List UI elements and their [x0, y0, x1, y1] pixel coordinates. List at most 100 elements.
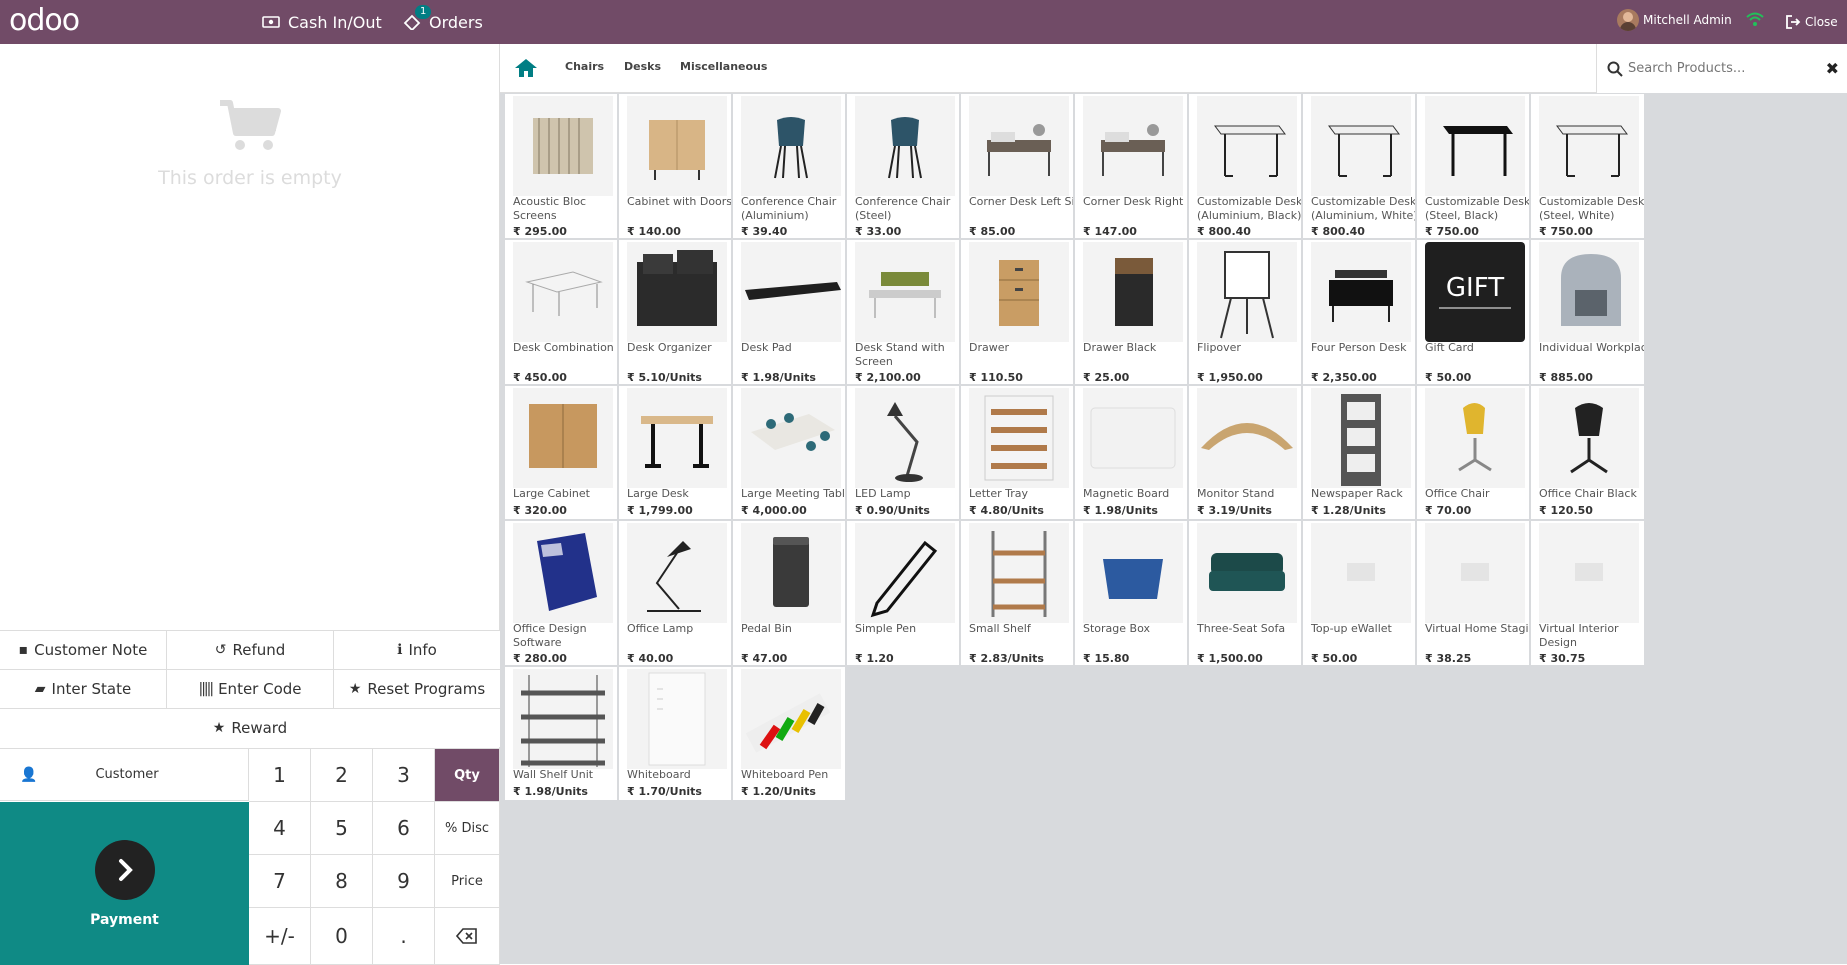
product-card[interactable]: Letter Tray ₹ 4.80/Units [961, 386, 1073, 519]
product-card[interactable]: GIFT Gift Card ₹ 50.00 [1417, 240, 1529, 384]
numpad-key-2[interactable]: 2 [311, 749, 373, 802]
desk-white-icon [1197, 96, 1297, 196]
product-card[interactable]: Office Design Software ₹ 280.00 [505, 521, 617, 665]
product-card[interactable]: Customizable Desk (Aluminium, Black) ₹ 80… [1189, 94, 1301, 238]
home-category-button[interactable] [514, 58, 538, 82]
product-card[interactable]: Large Desk ₹ 1,799.00 [619, 386, 731, 519]
product-card[interactable]: Acoustic Bloc Screens ₹ 295.00 [505, 94, 617, 238]
category-chairs[interactable]: Chairs [565, 60, 604, 73]
product-card[interactable]: Customizable Desk (Steel, White) ₹ 750.00 [1531, 94, 1644, 238]
product-card[interactable]: Conference Chair (Aluminium) ₹ 39.40 [733, 94, 845, 238]
enter-code-button[interactable]: ||||| Enter Code [167, 670, 334, 708]
chevron-right-icon [94, 840, 155, 900]
numpad-key-8[interactable]: 8 [311, 855, 373, 908]
backspace-button[interactable] [435, 908, 500, 965]
qty-mode-button[interactable]: Qty [435, 749, 500, 802]
reset-programs-button[interactable]: ★ Reset Programs [334, 670, 500, 708]
inter-state-button[interactable]: ▰ Inter State [0, 670, 167, 708]
product-card[interactable]: Customizable Desk (Steel, Black) ₹ 750.00 [1417, 94, 1529, 238]
numpad-key-9[interactable]: 9 [373, 855, 435, 908]
product-card[interactable]: Cabinet with Doors ₹ 140.00 [619, 94, 731, 238]
product-card[interactable]: Office Chair ₹ 70.00 [1417, 386, 1529, 519]
product-card[interactable]: Whiteboard ₹ 1.70/Units [619, 667, 731, 800]
product-price: ₹ 120.50 [1539, 504, 1593, 517]
product-card[interactable]: Individual Workplace ₹ 885.00 [1531, 240, 1644, 384]
product-name: Drawer Black [1083, 341, 1157, 354]
product-card[interactable]: Small Shelf ₹ 2.83/Units [961, 521, 1073, 665]
numpad-key-7[interactable]: 7 [249, 855, 311, 908]
numpad-key-dot[interactable]: . [373, 908, 435, 965]
product-card[interactable]: Desk Pad ₹ 1.98/Units [733, 240, 845, 384]
product-card[interactable]: Flipover ₹ 1,950.00 [1189, 240, 1301, 384]
product-card[interactable]: Monitor Stand ₹ 3.19/Units [1189, 386, 1301, 519]
product-card[interactable]: Magnetic Board ₹ 1.98/Units [1075, 386, 1187, 519]
product-card[interactable]: LED Lamp ₹ 0.90/Units [847, 386, 959, 519]
reward-button[interactable]: ★ Reward [0, 709, 500, 747]
product-card[interactable]: Desk Combination ₹ 450.00 [505, 240, 617, 384]
product-card[interactable]: Office Chair Black ₹ 120.50 [1531, 386, 1644, 519]
odoo-logo: odoo [9, 3, 80, 38]
corner-desk-icon [969, 96, 1069, 196]
numpad-key-5[interactable]: 5 [311, 802, 373, 855]
product-card[interactable]: Desk Organizer ₹ 5.10/Units [619, 240, 731, 384]
close-session-button[interactable]: Close [1786, 0, 1838, 44]
info-button[interactable]: ℹ Info [334, 631, 500, 669]
software-icon [513, 523, 613, 623]
product-card[interactable]: Simple Pen ₹ 1.20 [847, 521, 959, 665]
category-desks[interactable]: Desks [624, 60, 661, 73]
numpad-key-3[interactable]: 3 [373, 749, 435, 802]
product-card[interactable]: Virtual Interior Design ₹ 30.75 [1531, 521, 1644, 665]
category-miscellaneous[interactable]: Miscellaneous [680, 60, 767, 73]
product-card[interactable]: Conference Chair (Steel) ₹ 33.00 [847, 94, 959, 238]
customer-button[interactable]: 👤 Customer [0, 749, 249, 801]
numpad-key-4[interactable]: 4 [249, 802, 311, 855]
product-price: ₹ 1.70/Units [627, 785, 702, 798]
product-card[interactable]: Drawer ₹ 110.50 [961, 240, 1073, 384]
product-name: Corner Desk Left Sit [969, 195, 1073, 208]
product-price: ₹ 2,100.00 [855, 371, 921, 384]
product-price: ₹ 1.20/Units [741, 785, 816, 798]
product-card[interactable]: Whiteboard Pen ₹ 1.20/Units [733, 667, 845, 800]
search-input[interactable] [1628, 61, 1818, 76]
product-price: ₹ 2,350.00 [1311, 371, 1377, 384]
product-card[interactable]: Drawer Black ₹ 25.00 [1075, 240, 1187, 384]
product-card[interactable]: Pedal Bin ₹ 47.00 [733, 521, 845, 665]
customer-note-button[interactable]: ▪ Customer Note [0, 631, 167, 669]
product-card[interactable]: Wall Shelf Unit ₹ 1.98/Units [505, 667, 617, 800]
discount-mode-button[interactable]: % Disc [435, 802, 500, 855]
product-price: ₹ 750.00 [1539, 225, 1593, 238]
product-card[interactable]: Corner Desk Right Sit ₹ 147.00 [1075, 94, 1187, 238]
product-card[interactable]: Large Meeting Table ₹ 4,000.00 [733, 386, 845, 519]
product-card[interactable]: Large Cabinet ₹ 320.00 [505, 386, 617, 519]
product-price: ₹ 1,950.00 [1197, 371, 1263, 384]
product-name: Whiteboard [627, 768, 691, 781]
product-card[interactable]: Four Person Desk ₹ 2,350.00 [1303, 240, 1415, 384]
cash-in-out-button[interactable]: Cash In/Out [262, 0, 382, 44]
numpad-key-6[interactable]: 6 [373, 802, 435, 855]
product-card[interactable]: Corner Desk Left Sit ₹ 85.00 [961, 94, 1073, 238]
product-card[interactable]: Newspaper Rack ₹ 1.28/Units [1303, 386, 1415, 519]
orders-button[interactable]: 1 Orders [403, 0, 483, 44]
numpad-key-0[interactable]: 0 [311, 908, 373, 965]
product-card[interactable]: Customizable Desk (Aluminium, White) ₹ 80… [1303, 94, 1415, 238]
office-chair-icon [1425, 388, 1525, 488]
refund-button[interactable]: ↺ Refund [167, 631, 334, 669]
four-desk-icon [1311, 242, 1411, 342]
numpad-key-1[interactable]: 1 [249, 749, 311, 802]
product-card[interactable]: Top-up eWallet ₹ 50.00 [1303, 521, 1415, 665]
product-card[interactable]: Three-Seat Sofa ₹ 1,500.00 [1189, 521, 1301, 665]
product-card[interactable]: Storage Box ₹ 15.80 [1075, 521, 1187, 665]
user-menu[interactable]: Mitchell Admin [1617, 0, 1732, 40]
payment-label: Payment [90, 912, 159, 928]
product-name: Magnetic Board [1083, 487, 1170, 500]
product-card[interactable]: Desk Stand with Screen ₹ 2,100.00 [847, 240, 959, 384]
product-name: Three-Seat Sofa [1197, 622, 1286, 635]
price-mode-button[interactable]: Price [435, 855, 500, 908]
product-card[interactable]: Office Lamp ₹ 40.00 [619, 521, 731, 665]
payment-button[interactable]: Payment [0, 802, 249, 965]
gift-icon: GIFT [1425, 242, 1525, 342]
product-price: ₹ 85.00 [969, 225, 1016, 238]
product-card[interactable]: Virtual Home Staging ₹ 38.25 [1417, 521, 1529, 665]
numpad-key-plus-minus[interactable]: +/- [249, 908, 311, 965]
clear-search-icon[interactable]: ✖ [1826, 59, 1839, 78]
